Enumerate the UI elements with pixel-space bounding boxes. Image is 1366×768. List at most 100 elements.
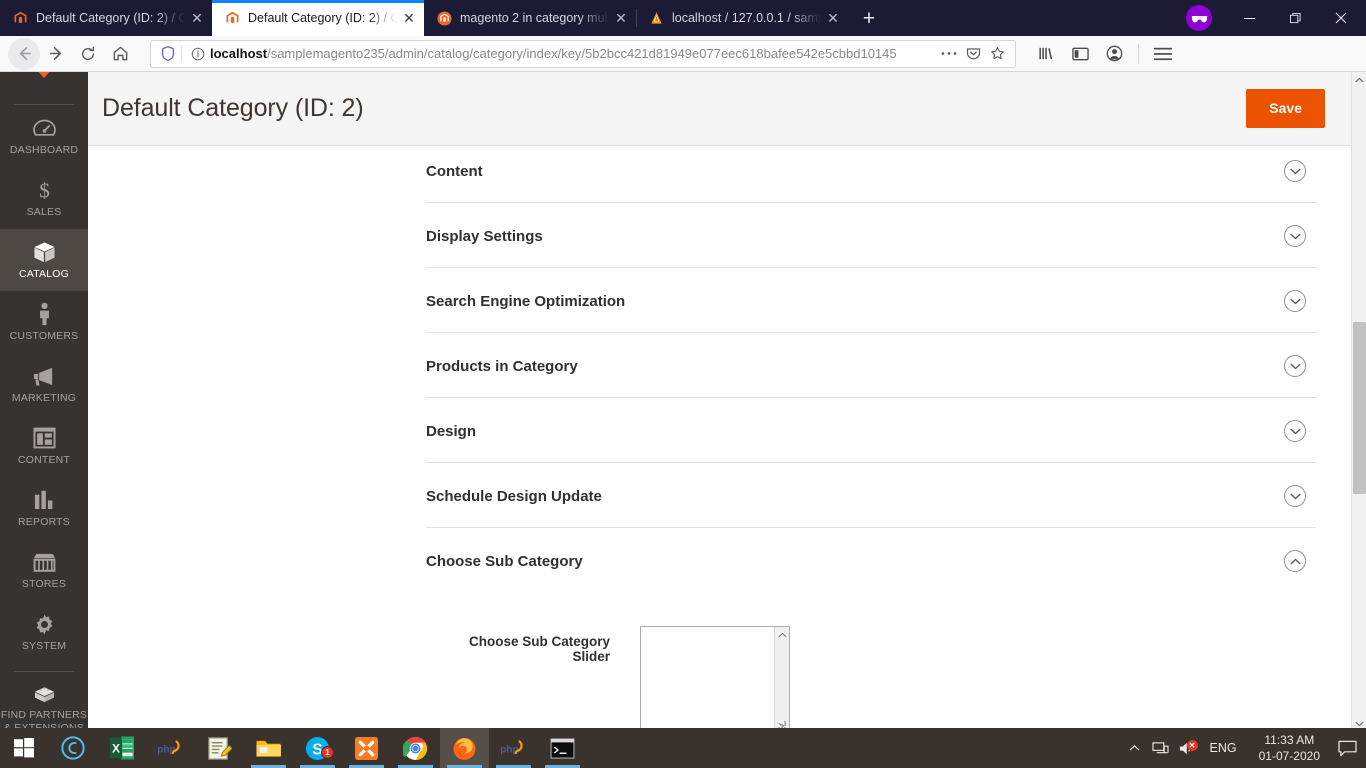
sidebar-item-catalog[interactable]: CATALOG: [0, 229, 88, 291]
sidebar-item-content[interactable]: CONTENT: [0, 415, 88, 477]
back-arrow-icon[interactable]: [8, 37, 40, 70]
section-products-in-category: Products in Category: [426, 333, 1316, 398]
show-hidden-icons-chevron[interactable]: [1122, 744, 1148, 752]
section-header-products-in-category[interactable]: Products in Category: [426, 333, 1316, 397]
browser-tab-1[interactable]: Default Category (ID: 2) / Categ ✕: [0, 0, 212, 36]
chevron-down-icon[interactable]: [1284, 160, 1306, 182]
page-info-icon[interactable]: [188, 47, 208, 61]
section-header-content[interactable]: Content: [426, 138, 1316, 202]
php-storm-icon[interactable]: php: [489, 728, 538, 768]
skype-icon[interactable]: S 1: [293, 728, 342, 768]
sidebar-item-reports[interactable]: REPORTS: [0, 477, 88, 539]
chrome-icon[interactable]: [391, 728, 440, 768]
bookmark-star-icon[interactable]: [985, 46, 1009, 61]
network-icon[interactable]: [1148, 741, 1174, 756]
chevron-down-icon[interactable]: [1284, 290, 1306, 312]
sidebar-item-stores[interactable]: STORES: [0, 539, 88, 601]
page-title: Default Category (ID: 2): [102, 94, 364, 122]
close-icon[interactable]: ✕: [824, 9, 842, 27]
library-icon[interactable]: [1030, 38, 1062, 70]
scroll-up-arrow-icon[interactable]: [778, 627, 787, 643]
close-icon[interactable]: ✕: [400, 9, 418, 27]
save-button[interactable]: Save: [1246, 89, 1325, 128]
address-bar[interactable]: localhost/samplemagento235/admin/catalog…: [150, 39, 1016, 68]
magento-logo[interactable]: [0, 72, 88, 96]
account-icon[interactable]: [1098, 38, 1130, 70]
admin-main-content: Content Display Settings Search Engine O…: [88, 72, 1351, 732]
chevron-up-icon[interactable]: [1284, 550, 1306, 572]
php-icon[interactable]: php: [146, 728, 195, 768]
file-explorer-icon[interactable]: [244, 728, 293, 768]
svg-text:X: X: [111, 742, 119, 756]
section-header-search-engine-optimization[interactable]: Search Engine Optimization: [426, 268, 1316, 332]
language-indicator[interactable]: ENG: [1200, 741, 1247, 755]
clock-date: 01-07-2020: [1258, 749, 1320, 763]
choose-sub-category-slider-multiselect[interactable]: [640, 626, 790, 732]
sidebar-item-marketing[interactable]: MARKETING: [0, 353, 88, 415]
sidebar-item-customers[interactable]: CUSTOMERS: [0, 291, 88, 353]
close-icon[interactable]: ✕: [188, 9, 206, 27]
section-header-display-settings[interactable]: Display Settings: [426, 203, 1316, 267]
bar-chart-icon: [33, 487, 56, 513]
xampp-icon[interactable]: [342, 728, 391, 768]
excel-icon[interactable]: X: [97, 728, 146, 768]
svg-text:$: $: [39, 179, 50, 203]
hamburger-menu-icon[interactable]: [1147, 38, 1179, 70]
restore-button[interactable]: [1272, 0, 1318, 36]
page-actions-ellipsis-icon[interactable]: [937, 51, 961, 56]
sidebar-item-sales[interactable]: $ SALES: [0, 167, 88, 229]
volume-muted-icon[interactable]: ✕: [1174, 739, 1200, 756]
scrollbar-thumb[interactable]: [1353, 322, 1366, 494]
page-scrollbar[interactable]: [1351, 72, 1366, 732]
browser-tab-title: Default Category (ID: 2) / Categ: [248, 11, 400, 25]
cortana-icon[interactable]: [48, 728, 97, 768]
minimize-button[interactable]: [1226, 0, 1272, 36]
url-path: /samplemagento235/admin/catalog/category…: [267, 46, 897, 61]
urlbar-divider: [181, 45, 182, 62]
firefox-icon[interactable]: [440, 728, 489, 768]
choose-sub-category-slider-label: Choose Sub Category Slider: [468, 634, 610, 664]
browser-tab-2-active[interactable]: Default Category (ID: 2) / Categ ✕: [212, 0, 424, 36]
browser-tab-title: localhost / 127.0.0.1 / samplem: [672, 11, 824, 25]
clock[interactable]: 11:33 AM 01-07-2020: [1247, 732, 1332, 764]
close-button[interactable]: [1318, 0, 1364, 36]
close-icon[interactable]: ✕: [612, 9, 630, 27]
scroll-up-arrow-icon[interactable]: [1352, 72, 1366, 88]
browser-tab-4[interactable]: localhost / 127.0.0.1 / samplem ✕: [636, 0, 848, 36]
action-center-icon[interactable]: [1332, 740, 1362, 757]
browser-toolbar-right: [1030, 38, 1179, 70]
reload-icon[interactable]: [72, 38, 104, 70]
private-mask-icon[interactable]: [1186, 5, 1212, 31]
chevron-down-icon[interactable]: [1284, 485, 1306, 507]
chevron-down-icon[interactable]: [1284, 225, 1306, 247]
sidebar-item-find-partners-extensions[interactable]: FIND PARTNERS & EXTENSIONS: [0, 672, 88, 732]
browser-tab-3[interactable]: magento 2 in category multi se ✕: [424, 0, 636, 36]
notepadpp-icon[interactable]: [195, 728, 244, 768]
pocket-icon[interactable]: [961, 46, 985, 61]
home-icon[interactable]: [104, 38, 136, 70]
browser-tab-title: Default Category (ID: 2) / Categ: [36, 11, 188, 25]
browser-titlebar: Default Category (ID: 2) / Categ ✕ Defau…: [0, 0, 1366, 36]
chevron-down-icon[interactable]: [1284, 355, 1306, 377]
window-controls: [1186, 0, 1366, 36]
tracking-shield-icon[interactable]: [157, 46, 179, 61]
multiselect-scrollbar[interactable]: [774, 627, 789, 732]
section-header-choose-sub-category[interactable]: Choose Sub Category: [426, 528, 1316, 592]
browser-tab-title: magento 2 in category multi se: [460, 11, 612, 25]
dashboard-gauge-icon: [32, 115, 57, 141]
new-tab-button[interactable]: +: [852, 2, 886, 34]
storefront-icon: [32, 549, 57, 575]
section-body-choose-sub-category: Choose Sub Category Slider: [426, 592, 1316, 732]
command-prompt-icon[interactable]: [538, 728, 587, 768]
sidebar-item-system[interactable]: SYSTEM: [0, 601, 88, 663]
sidebar-item-dashboard[interactable]: DASHBOARD: [0, 105, 88, 167]
sidebar-icon[interactable]: [1064, 38, 1096, 70]
gear-icon: [33, 611, 56, 637]
section-title: Choose Sub Category: [426, 552, 583, 570]
section-header-schedule-design-update[interactable]: Schedule Design Update: [426, 463, 1316, 527]
section-header-design[interactable]: Design: [426, 398, 1316, 462]
clock-time: 11:33 AM: [1264, 732, 1315, 747]
forward-arrow-icon[interactable]: [40, 38, 72, 70]
windows-start-icon[interactable]: [0, 728, 48, 768]
chevron-down-icon[interactable]: [1284, 420, 1306, 442]
